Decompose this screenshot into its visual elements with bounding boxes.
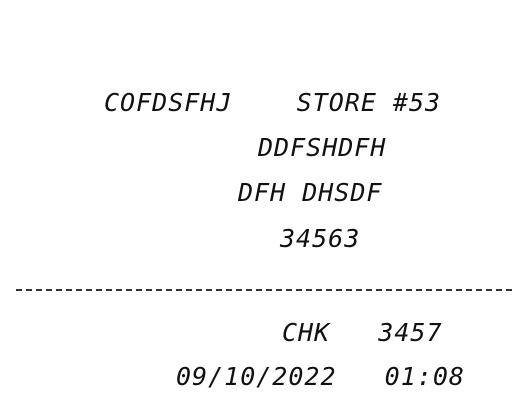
store-address-line-1: DDFSHDFH <box>258 133 387 162</box>
dashed-divider <box>16 289 512 291</box>
store-header: COFDSFHJ STORE #53 <box>104 88 442 117</box>
store-zip: 34563 <box>280 224 361 253</box>
store-address-line-2: DFH DHSDF <box>238 178 383 207</box>
check-number: CHK 3457 <box>282 318 443 347</box>
date-time: 09/10/2022 01:08 <box>176 362 465 391</box>
